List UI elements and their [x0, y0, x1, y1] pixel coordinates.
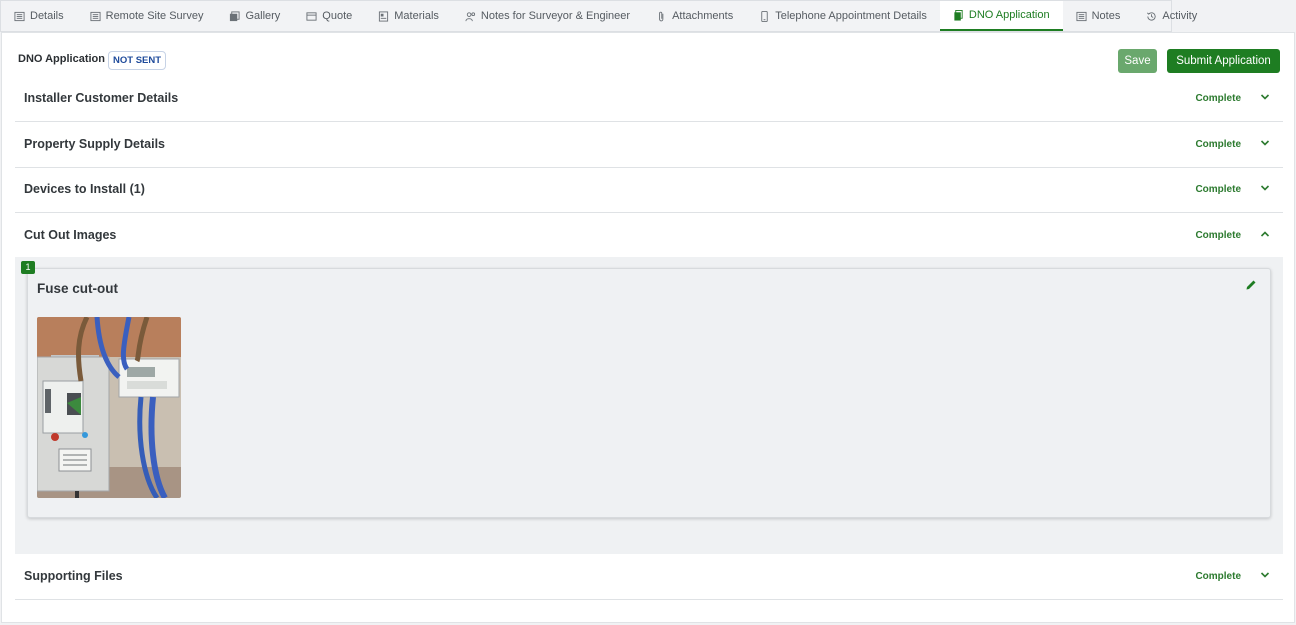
tab-attachments[interactable]: Attachments	[643, 1, 746, 31]
history-icon	[1147, 11, 1156, 21]
section-devices-to-install[interactable]: Devices to Install (1) Complete	[15, 168, 1283, 213]
tab-label: Details	[30, 10, 64, 22]
tab-remote-site-survey[interactable]: Remote Site Survey	[77, 1, 217, 31]
section-cut-out-images[interactable]: Cut Out Images Complete	[15, 214, 1283, 259]
phone-icon	[761, 10, 768, 22]
submit-application-button[interactable]: Submit Application	[1167, 49, 1280, 73]
gallery-icon	[230, 10, 240, 21]
section-status: Complete	[1195, 184, 1241, 195]
tab-label: Activity	[1162, 10, 1198, 22]
chevron-up-icon[interactable]	[1260, 229, 1270, 239]
tab-notes[interactable]: Notes	[1063, 1, 1134, 31]
section-status: Complete	[1195, 139, 1241, 150]
chevron-down-icon[interactable]	[1260, 92, 1270, 102]
tab-details[interactable]: Details	[1, 1, 77, 31]
paperclip-icon	[659, 11, 664, 21]
tab-activity[interactable]: Activity	[1133, 1, 1210, 31]
section-title: Cut Out Images	[24, 228, 117, 242]
tab-gallery[interactable]: Gallery	[216, 1, 293, 31]
status-badge: NOT SENT	[108, 51, 167, 70]
chevron-down-icon[interactable]	[1260, 138, 1270, 148]
list-icon	[14, 11, 25, 21]
section-status: Complete	[1195, 571, 1241, 582]
section-title: Supporting Files	[24, 569, 123, 583]
page-title: DNO Application	[18, 53, 105, 65]
tab-notes-surveyor-engineer[interactable]: Notes for Surveyor & Engineer	[452, 1, 643, 31]
section-title: Installer Customer Details	[24, 91, 179, 105]
tab-label: Telephone Appointment Details	[775, 10, 927, 22]
tab-label: Attachments	[672, 10, 734, 22]
tab-label: Notes for Surveyor & Engineer	[480, 10, 631, 22]
tab-label: Gallery	[245, 10, 281, 22]
tab-label: Materials	[394, 10, 439, 22]
pencil-icon[interactable]	[1245, 279, 1257, 291]
tab-label: Quote	[322, 10, 353, 22]
users-icon	[465, 11, 475, 21]
list-icon	[90, 11, 101, 21]
tab-dno-application[interactable]: DNO Application	[939, 1, 1063, 31]
section-property-supply-details[interactable]: Property Supply Details Complete	[15, 123, 1283, 168]
section-status: Complete	[1195, 93, 1241, 104]
card-number-badge: 1	[21, 261, 35, 274]
fuse-cut-out-photo[interactable]	[37, 317, 181, 498]
tab-bar: Details Remote Site Survey Gallery Quote…	[0, 0, 1197, 32]
chevron-down-icon[interactable]	[1260, 570, 1270, 580]
card-icon	[306, 11, 317, 21]
cut-out-image-card: Fuse cut-out	[27, 268, 1271, 518]
card-title: Fuse cut-out	[37, 281, 118, 296]
tab-materials[interactable]: Materials	[365, 1, 452, 31]
section-installer-customer-details[interactable]: Installer Customer Details Complete	[15, 77, 1283, 122]
meter-photo-image	[37, 317, 181, 498]
cut-out-images-content: Fuse cut-out 1	[15, 257, 1283, 554]
section-status: Complete	[1195, 230, 1241, 241]
section-title: Devices to Install (1)	[24, 182, 145, 196]
dno-application-panel: DNO Application NOT SENT Save Submit App…	[1, 32, 1295, 623]
section-supporting-files[interactable]: Supporting Files Complete	[15, 555, 1283, 600]
materials-icon	[379, 10, 389, 22]
tab-label: Notes	[1091, 10, 1121, 22]
section-title: Property Supply Details	[24, 137, 166, 151]
save-button[interactable]: Save	[1118, 49, 1157, 73]
tab-label: DNO Application	[968, 9, 1050, 21]
tab-label: Remote Site Survey	[105, 10, 204, 22]
list-icon	[1076, 11, 1087, 21]
document-icon	[954, 9, 963, 21]
chevron-down-icon[interactable]	[1260, 183, 1270, 193]
tab-quote[interactable]: Quote	[293, 1, 365, 31]
tab-telephone-appointment[interactable]: Telephone Appointment Details	[746, 1, 940, 31]
